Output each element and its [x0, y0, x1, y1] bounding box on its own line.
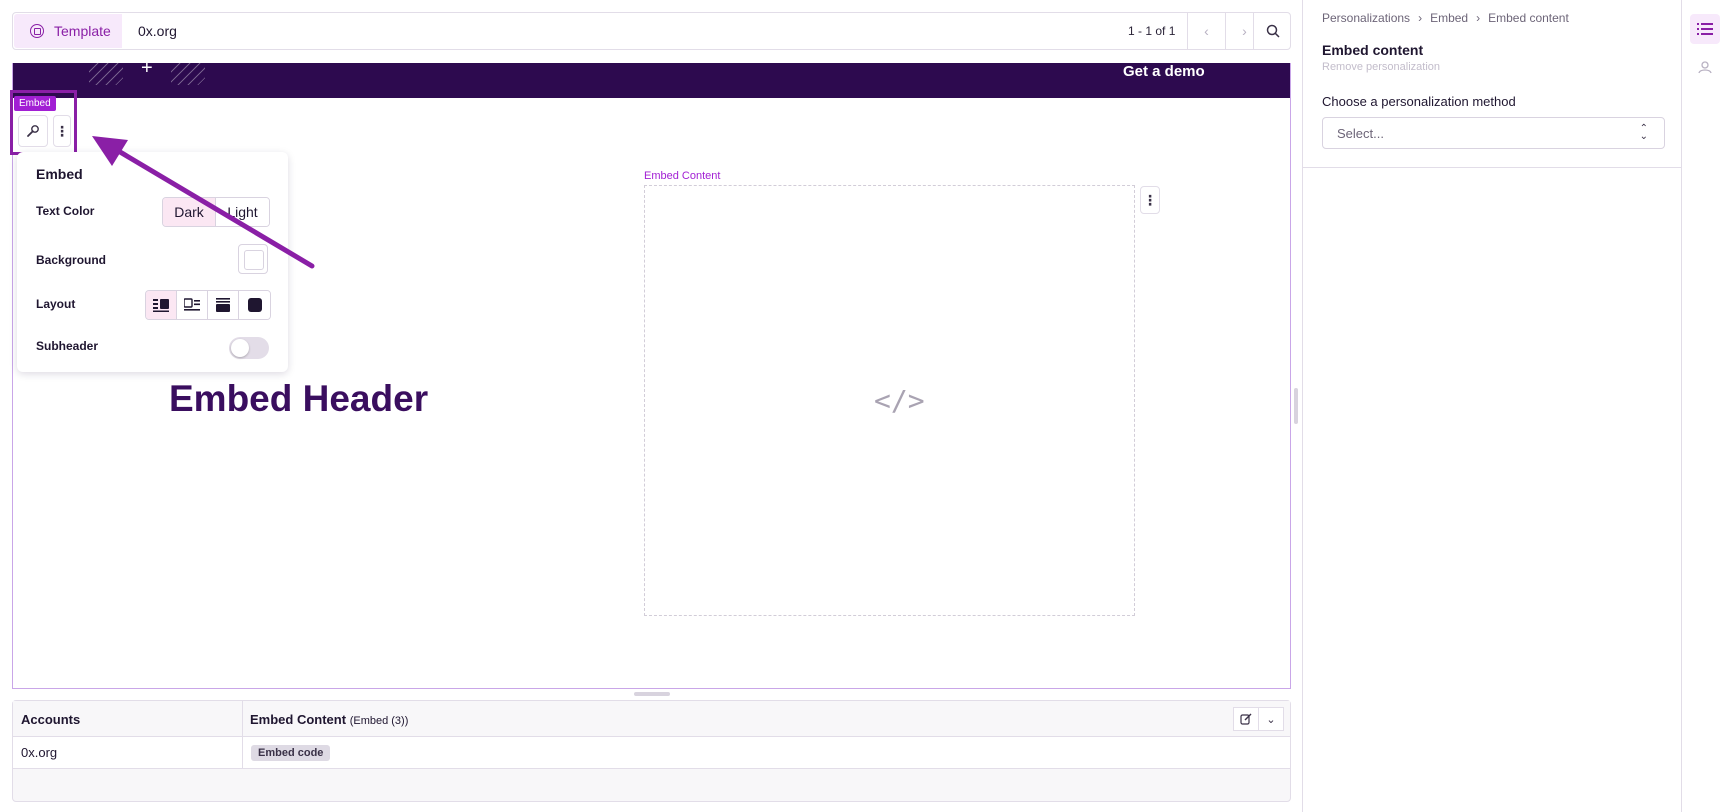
search-button[interactable] [1253, 13, 1291, 49]
horizontal-resize-handle[interactable] [634, 692, 670, 696]
column-header-accounts: Accounts [21, 712, 81, 727]
preview-toolbar: Template 0x.org 1 - 1 of 1 ‹ › [12, 12, 1291, 50]
list-icon [1697, 23, 1713, 35]
layout-stacked-icon [216, 298, 230, 312]
personalization-table: Accounts Embed Content (Embed (3)) ⌄ 0x.… [12, 700, 1291, 802]
chevron-right-icon: › [1242, 23, 1247, 39]
text-color-label: Text Color [36, 204, 95, 218]
vertical-resize-handle[interactable] [1294, 388, 1298, 424]
current-account: 0x.org [138, 23, 177, 39]
prev-page-button[interactable]: ‹ [1187, 13, 1225, 49]
column-options-button[interactable]: ⌄ [1258, 707, 1284, 731]
select-chevron-icon: ⌃ ⌄ [1639, 123, 1648, 142]
side-icon-rail [1682, 0, 1728, 812]
embed-header[interactable]: Embed Header [169, 378, 428, 420]
text-color-dark[interactable]: Dark [163, 198, 216, 226]
layout-picker [145, 290, 271, 320]
template-tab-label: Template [54, 23, 111, 39]
select-placeholder: Select... [1337, 125, 1384, 141]
chevron-left-icon: ‹ [1204, 23, 1209, 39]
edit-icon [1240, 713, 1252, 725]
breadcrumb-embed-content: Embed content [1488, 11, 1569, 25]
kebab-icon: ⋮ [55, 122, 69, 139]
breadcrumb: Personalizations › Embed › Embed content [1322, 11, 1569, 25]
wrench-icon [27, 125, 39, 137]
subheader-label: Subheader [36, 339, 99, 353]
kebab-icon: ⋮ [1143, 191, 1157, 208]
edit-column-button[interactable] [1233, 707, 1259, 731]
site-nav-strip: + Get a demo [13, 63, 1290, 98]
chevron-down-icon: ⌄ [1266, 713, 1276, 726]
panel-title: Embed content [1322, 42, 1424, 58]
embed-content-label: Embed Content [644, 170, 721, 182]
layout-right-icon [184, 298, 200, 311]
breadcrumb-separator: › [1418, 11, 1423, 25]
layout-left-icon [153, 299, 169, 312]
pager-count: 1 - 1 of 1 [1128, 24, 1176, 38]
text-color-toggle: Dark Light [162, 197, 270, 227]
panel-divider [1303, 167, 1683, 168]
layout-label: Layout [36, 297, 76, 311]
audience-button[interactable] [1690, 52, 1720, 82]
remove-personalization-link[interactable]: Remove personalization [1322, 61, 1440, 73]
popover-title: Embed [36, 166, 83, 182]
editor-workspace: Template 0x.org 1 - 1 of 1 ‹ › + Get a d… [0, 0, 1302, 812]
search-icon [1266, 24, 1280, 38]
row-embed-chip[interactable]: Embed code [251, 745, 331, 761]
nav-decoration [171, 63, 205, 85]
layout-option-2[interactable] [177, 291, 208, 319]
block-type-tag: Embed [14, 96, 56, 111]
column-divider [242, 701, 243, 769]
method-label: Choose a personalization method [1322, 94, 1516, 109]
row-account: 0x.org [21, 745, 58, 760]
table-header-row: Accounts Embed Content (Embed (3)) ⌄ [13, 701, 1290, 737]
personalization-panel: Personalizations › Embed › Embed content… [1302, 0, 1683, 812]
text-color-light[interactable]: Light [216, 198, 269, 226]
app-root: Template 0x.org 1 - 1 of 1 ‹ › + Get a d… [0, 0, 1728, 812]
table-row[interactable]: 0x.org Embed code [13, 737, 1290, 769]
column-header-embed-count: (Embed (3)) [349, 715, 409, 727]
layout-option-4[interactable] [239, 291, 270, 319]
layout-option-1[interactable] [146, 291, 177, 319]
breadcrumb-separator: › [1476, 11, 1481, 25]
get-demo-link[interactable]: Get a demo [1123, 63, 1205, 80]
block-more-button[interactable]: ⋮ [53, 115, 71, 147]
nav-decoration [89, 63, 123, 85]
background-swatch[interactable] [238, 244, 268, 274]
template-icon [30, 24, 44, 38]
breadcrumb-personalizations[interactable]: Personalizations [1322, 11, 1410, 25]
layout-full-icon [247, 298, 262, 312]
code-icon: </> [874, 384, 925, 417]
block-settings-button[interactable] [18, 115, 48, 147]
column-header-embed-title: Embed Content [250, 712, 347, 727]
column-header-embed-content: Embed Content (Embed (3)) [250, 712, 408, 727]
block-settings-popover: Embed Text Color Dark Light Background L… [17, 152, 288, 372]
template-tab[interactable]: Template [14, 14, 122, 48]
breadcrumb-embed[interactable]: Embed [1430, 11, 1468, 25]
user-circle-icon [1698, 61, 1712, 74]
background-label: Background [36, 253, 107, 267]
personalization-method-select[interactable]: Select... ⌃ ⌄ [1322, 117, 1665, 149]
embed-content-more-button[interactable]: ⋮ [1140, 186, 1160, 214]
nav-plus-icon: + [141, 63, 153, 79]
list-view-button[interactable] [1690, 14, 1720, 44]
subheader-toggle[interactable] [229, 337, 269, 359]
layout-option-3[interactable] [208, 291, 239, 319]
